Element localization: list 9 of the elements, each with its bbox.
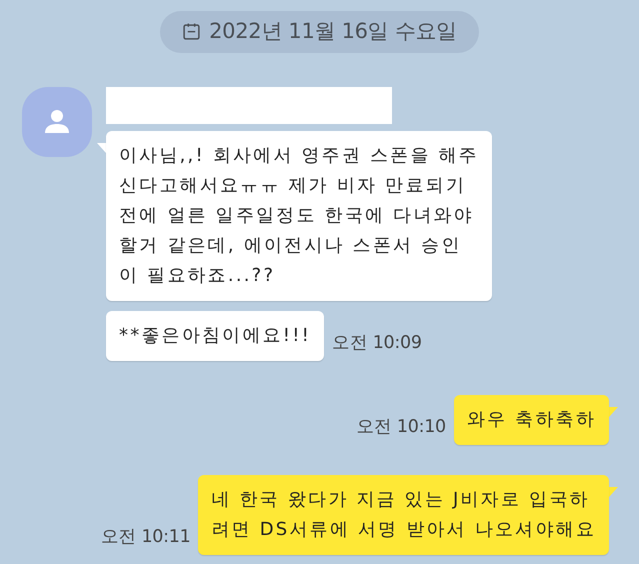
- message-bubble: 이사님,,! 회사에서 영주권 스폰을 해주 신다고해서요ㅠㅠ 제가 비자 만료되기 전에 얼른 일주일정도 한국에 다녀와야 할거 같은데, 에이전시나 스폰서 승인 이 필요하죠...??: [106, 130, 492, 300]
- date-text: 2022년 11월 16일 수요일: [209, 18, 457, 45]
- message-bubble: 와우 축하축하: [454, 394, 609, 444]
- calendar-icon: [182, 22, 202, 42]
- message-bubble: **좋은아침이에요!!!: [106, 310, 324, 360]
- message-time: 오전 10:09: [332, 332, 422, 356]
- message-bubble: 네 한국 왔다가 지금 있는 J비자로 입국하 려면 DS서류에 서명 받아서 나오셔야해요: [198, 474, 609, 554]
- message-time: 오전 10:11: [100, 526, 190, 550]
- message-time: 오전 10:10: [356, 416, 446, 440]
